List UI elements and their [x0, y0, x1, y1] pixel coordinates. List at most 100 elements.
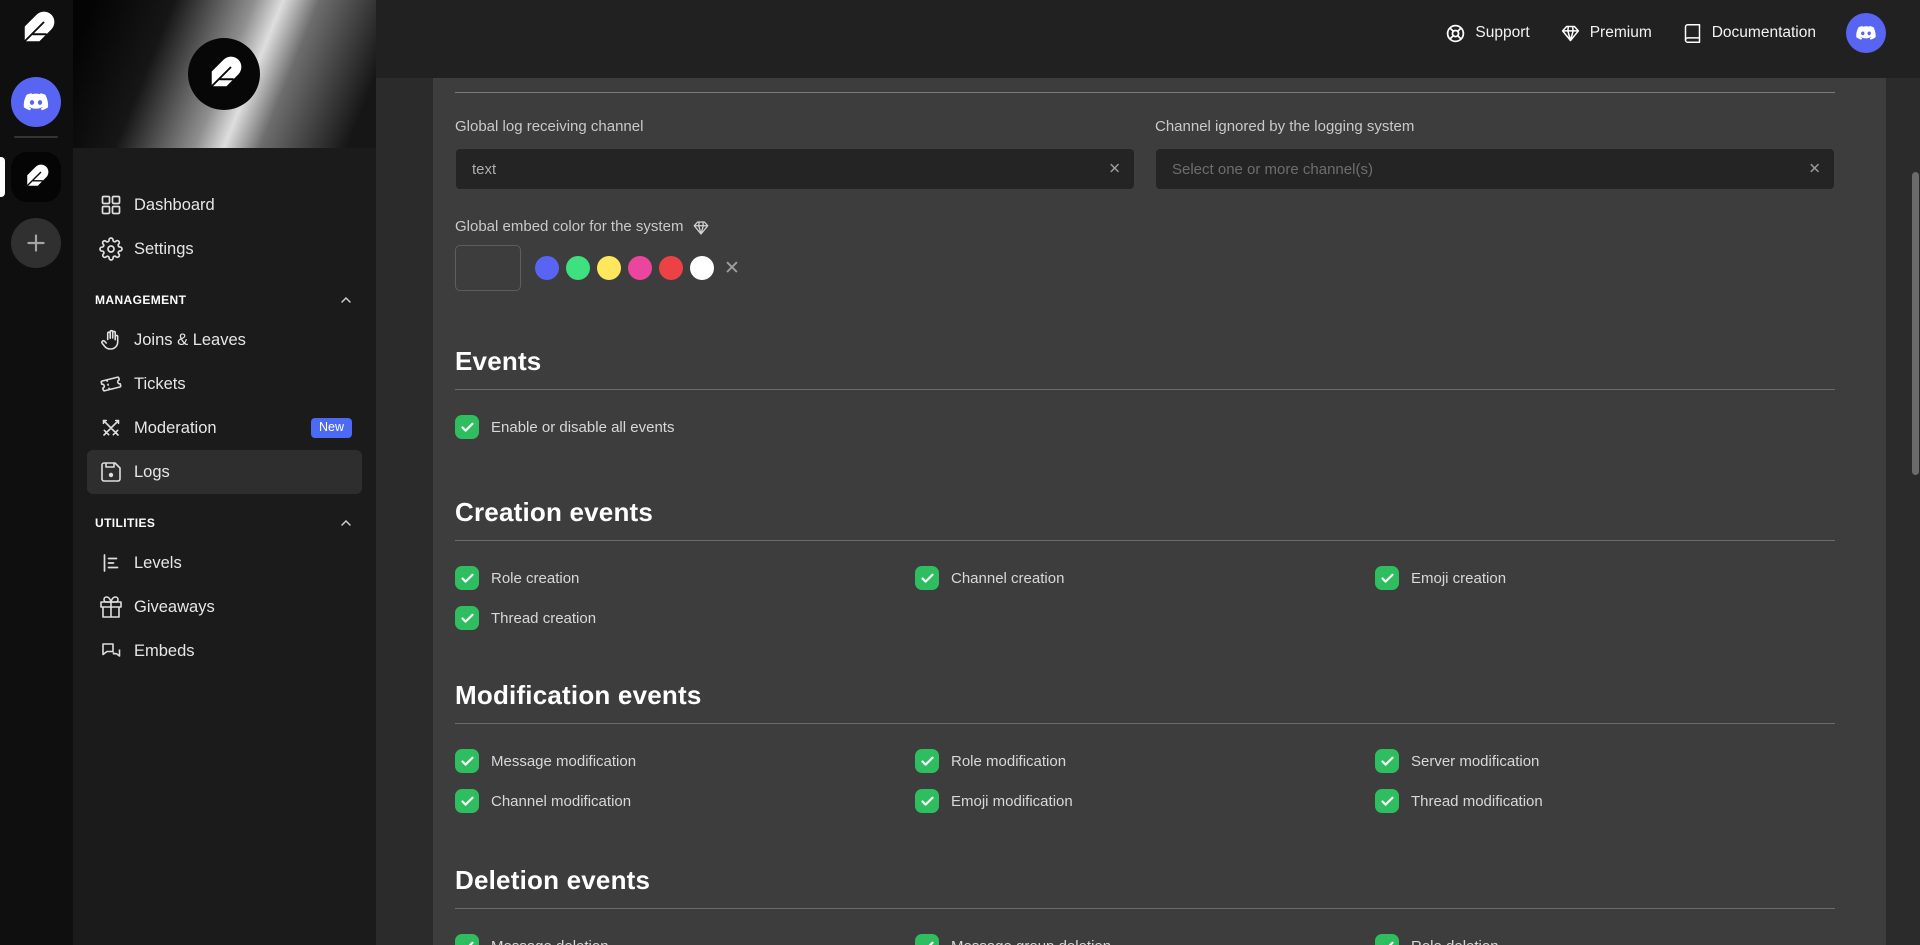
sidebar-item-dashboard[interactable]: Dashboard [87, 183, 362, 227]
check-icon [461, 941, 474, 945]
checkbox-server-modification[interactable]: Server modification [1375, 749, 1835, 773]
checkbox-checked[interactable] [915, 789, 939, 813]
check-icon [1380, 796, 1394, 806]
checkbox-channel-creation[interactable]: Channel creation [915, 566, 1375, 590]
sidebar-item-giveaways[interactable]: Giveaways [87, 585, 362, 629]
top-header: Support Premium Documentation [376, 0, 1920, 78]
sidebar-item-label: Embeds [134, 641, 195, 660]
checkbox-checked[interactable] [1375, 566, 1399, 590]
nav-link-label: Support [1475, 24, 1530, 41]
check-icon [460, 796, 474, 806]
gear-icon [99, 237, 123, 261]
checkbox-checked[interactable] [915, 749, 939, 773]
embed-color-field: Global embed color for the system ✕ [455, 218, 1835, 291]
checkbox-emoji-creation[interactable]: Emoji creation [1375, 566, 1835, 590]
sidebar-item-moderation[interactable]: Moderation New [87, 406, 362, 450]
chevron-up-icon[interactable] [338, 515, 354, 531]
sidebar-item-logs[interactable]: Logs [87, 450, 362, 494]
embed-color-label: Global embed color for the system [455, 218, 684, 235]
checkbox-checked[interactable] [455, 934, 479, 945]
checkbox-checked[interactable] [1375, 789, 1399, 813]
creation-events-section: Creation events Role creation Channel cr… [455, 497, 1835, 630]
feather-icon [24, 164, 49, 189]
sidebar-item-embeds[interactable]: Embeds [87, 629, 362, 673]
ignored-channels-select[interactable] [1155, 148, 1835, 190]
checkbox-checked[interactable] [1375, 749, 1399, 773]
discord-home-button[interactable] [11, 77, 61, 127]
nav-link-documentation[interactable]: Documentation [1682, 23, 1816, 44]
modification-events-section: Modification events Message modification… [455, 680, 1835, 813]
feather-icon [207, 56, 242, 91]
color-swatch-red[interactable] [659, 256, 683, 280]
color-swatch-green[interactable] [566, 256, 590, 280]
log-channel-input[interactable] [455, 148, 1135, 190]
gem-icon [1561, 25, 1579, 41]
crossed-swords-icon [102, 419, 120, 436]
clear-color-icon[interactable]: ✕ [724, 259, 740, 278]
nav-link-support[interactable]: Support [1445, 23, 1530, 44]
custom-color-picker[interactable] [455, 245, 521, 291]
scrollbar-thumb[interactable] [1912, 172, 1919, 475]
lifebuoy-icon [1447, 24, 1465, 42]
color-swatch-white[interactable] [690, 256, 714, 280]
ignored-channels-field: Channel ignored by the logging system ✕ [1155, 118, 1835, 190]
check-icon [460, 573, 474, 583]
checkbox-thread-modification[interactable]: Thread modification [1375, 789, 1835, 813]
sidebar-nav: Dashboard Settings MANAGEMENT Joins & Le… [73, 148, 376, 673]
color-swatch-blurple[interactable] [535, 256, 559, 280]
sidebar-item-levels[interactable]: Levels [87, 541, 362, 585]
checkbox-emoji-modification[interactable]: Emoji modification [915, 789, 1375, 813]
log-channel-label: Global log receiving channel [455, 118, 644, 135]
book-icon [1684, 23, 1700, 43]
color-swatch-row: ✕ [455, 245, 1835, 291]
discord-logo-icon [1856, 26, 1876, 40]
checkbox-thread-creation[interactable]: Thread creation [455, 606, 915, 630]
checkbox-channel-modification[interactable]: Channel modification [455, 789, 915, 813]
sidebar-item-settings[interactable]: Settings [87, 227, 362, 271]
clear-icon[interactable]: ✕ [1108, 162, 1121, 177]
gift-icon [100, 596, 122, 618]
new-badge: New [310, 418, 352, 438]
log-channel-field: Global log receiving channel ✕ [455, 118, 1135, 190]
color-swatch-pink[interactable] [628, 256, 652, 280]
check-icon [460, 613, 474, 623]
checkbox-checked[interactable] [915, 934, 939, 945]
deletion-events-section: Deletion events Message deletion Message… [455, 865, 1835, 945]
checkbox-message-deletion[interactable]: Message deletion [455, 934, 915, 945]
section-title: Modification events [455, 680, 702, 710]
nav-link-label: Premium [1589, 24, 1652, 41]
color-swatch-yellow[interactable] [597, 256, 621, 280]
sidebar-item-label: Moderation [134, 418, 217, 437]
rail-divider [14, 136, 58, 138]
sidebar-item-tickets[interactable]: Tickets [87, 362, 362, 406]
chevron-up-icon[interactable] [338, 292, 354, 308]
sidebar-item-joins-leaves[interactable]: Joins & Leaves [87, 318, 362, 362]
nav-link-premium[interactable]: Premium [1560, 23, 1652, 44]
server-icon[interactable] [11, 152, 61, 202]
checkbox-checked[interactable] [915, 566, 939, 590]
checkbox-checked[interactable] [455, 566, 479, 590]
sidebar: Dashboard Settings MANAGEMENT Joins & Le… [73, 0, 376, 945]
server-avatar [188, 38, 260, 110]
chat-bubbles-icon [102, 643, 121, 657]
checkbox-role-modification[interactable]: Role modification [915, 749, 1375, 773]
user-avatar[interactable] [1846, 13, 1886, 53]
checkbox-checked[interactable] [455, 606, 479, 630]
add-server-button[interactable] [11, 218, 61, 268]
sidebar-section-title: UTILITIES [95, 516, 156, 530]
sidebar-section-title: MANAGEMENT [95, 293, 187, 307]
checkbox-message-group-deletion[interactable]: Message group deletion [915, 934, 1375, 945]
check-icon [921, 941, 934, 945]
bot-feather-logo-icon[interactable] [16, 8, 58, 50]
checkbox-checked[interactable] [455, 749, 479, 773]
checkbox-role-deletion[interactable]: Role deletion [1375, 934, 1835, 945]
clear-icon[interactable]: ✕ [1808, 162, 1821, 177]
checkbox-checked[interactable] [455, 415, 479, 439]
checkbox-enable-all-events[interactable]: Enable or disable all events [455, 415, 915, 439]
checkbox-checked[interactable] [455, 789, 479, 813]
section-divider [455, 540, 1835, 541]
checkbox-checked[interactable] [1375, 934, 1399, 945]
server-banner [73, 0, 376, 148]
checkbox-role-creation[interactable]: Role creation [455, 566, 915, 590]
checkbox-message-modification[interactable]: Message modification [455, 749, 915, 773]
